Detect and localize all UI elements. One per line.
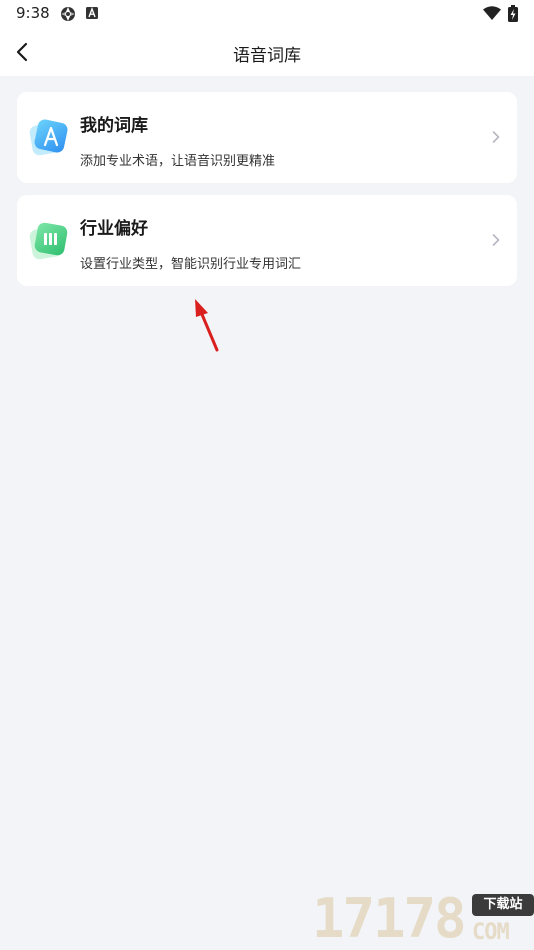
a-badge-icon bbox=[86, 7, 98, 19]
watermark: 17178 下载站 COM bbox=[312, 888, 534, 950]
chevron-right-icon bbox=[492, 131, 500, 143]
card-title: 行业偏好 bbox=[80, 219, 148, 239]
wifi-icon bbox=[483, 6, 501, 20]
annotation-arrow bbox=[195, 299, 219, 352]
watermark-digits: 17178 bbox=[312, 887, 467, 950]
industry-preference-card[interactable]: 行业偏好 设置行业类型，智能识别行业专用词汇 bbox=[17, 195, 517, 286]
card-description: 设置行业类型，智能识别行业专用词汇 bbox=[80, 257, 302, 272]
card-description: 添加专业术语，让语音识别更精准 bbox=[80, 154, 276, 169]
my-vocabulary-card[interactable]: 我的词库 添加专业术语，让语音识别更精准 bbox=[17, 92, 517, 183]
watermark-badge: 下载站 bbox=[472, 894, 534, 916]
book-icon bbox=[29, 222, 68, 260]
chevron-right-icon bbox=[492, 234, 500, 246]
watermark-suffix: COM bbox=[472, 920, 510, 945]
nav-bar: 语音词库 bbox=[0, 28, 534, 76]
page-title: 语音词库 bbox=[233, 46, 301, 66]
aperture-icon bbox=[61, 7, 75, 21]
battery-charging-icon bbox=[508, 5, 518, 22]
letter-a-icon bbox=[29, 119, 68, 156]
card-title: 我的词库 bbox=[80, 116, 148, 136]
status-time: 9:38 bbox=[16, 4, 50, 22]
status-bar: 9:38 bbox=[0, 0, 534, 28]
